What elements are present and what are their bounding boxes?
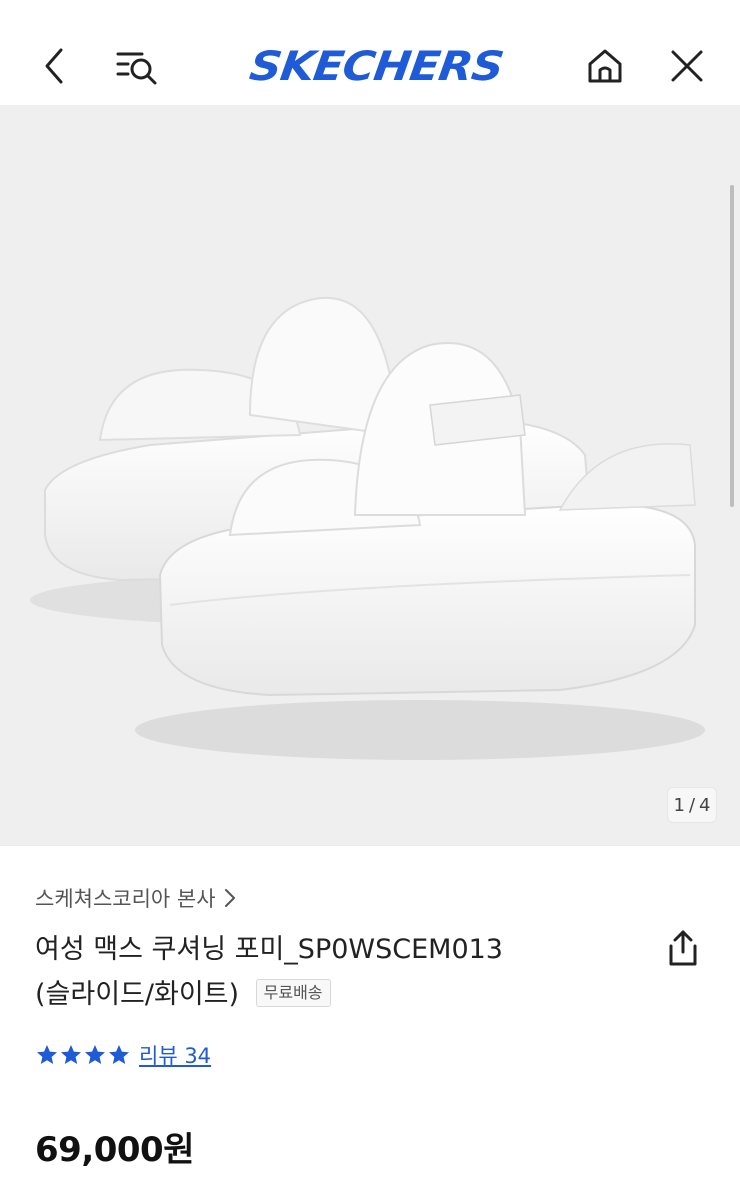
star-icon [109,1045,129,1064]
brand-logo[interactable]: SKECHERS [190,40,562,92]
rating-stars [35,1043,131,1067]
image-counter-current: 1 [673,794,685,816]
share-button[interactable] [660,925,706,971]
image-counter: 1 / 4 [667,787,717,823]
rating-row[interactable]: 리뷰 34 [35,1040,211,1070]
product-title-line1: 여성 맥스 쿠셔닝 포미_SP0WSCEM013 [35,934,503,965]
product-title-line2-row: (슬라이드/화이트) 무료배송 [35,972,635,1017]
home-icon [588,49,622,83]
close-icon [671,50,703,82]
product-title-line2: (슬라이드/화이트) [35,979,240,1010]
product-title: 여성 맥스 쿠셔닝 포미_SP0WSCEM013 (슬라이드/화이트) 무료배송 [35,927,635,1017]
product-image [30,296,705,760]
star-icon [85,1045,105,1064]
reviews-link[interactable]: 리뷰 34 [139,1040,211,1070]
top-bar: SKECHERS [0,0,740,105]
image-counter-total: 4 [699,794,711,816]
share-icon [669,930,697,966]
brand-logo-text: SKECHERS [246,42,506,90]
chevron-right-icon [224,889,235,907]
search-menu-button[interactable] [108,38,164,94]
search-list-icon [116,52,157,85]
scrollbar[interactable] [730,185,734,507]
home-button[interactable] [577,38,633,94]
section-divider [0,845,740,846]
seller-link[interactable]: 스케쳐스코리아 본사 [35,883,236,913]
product-price: 69,000원 [35,1130,194,1170]
free-shipping-badge: 무료배송 [255,978,331,1007]
seller-name: 스케쳐스코리아 본사 [35,887,216,911]
star-icon [37,1045,57,1064]
image-counter-separator: / [688,794,696,816]
back-arrow-icon [45,48,63,84]
product-image-gallery[interactable] [0,105,740,845]
close-button[interactable] [659,38,715,94]
back-button[interactable] [26,38,82,94]
star-icon [61,1045,81,1064]
